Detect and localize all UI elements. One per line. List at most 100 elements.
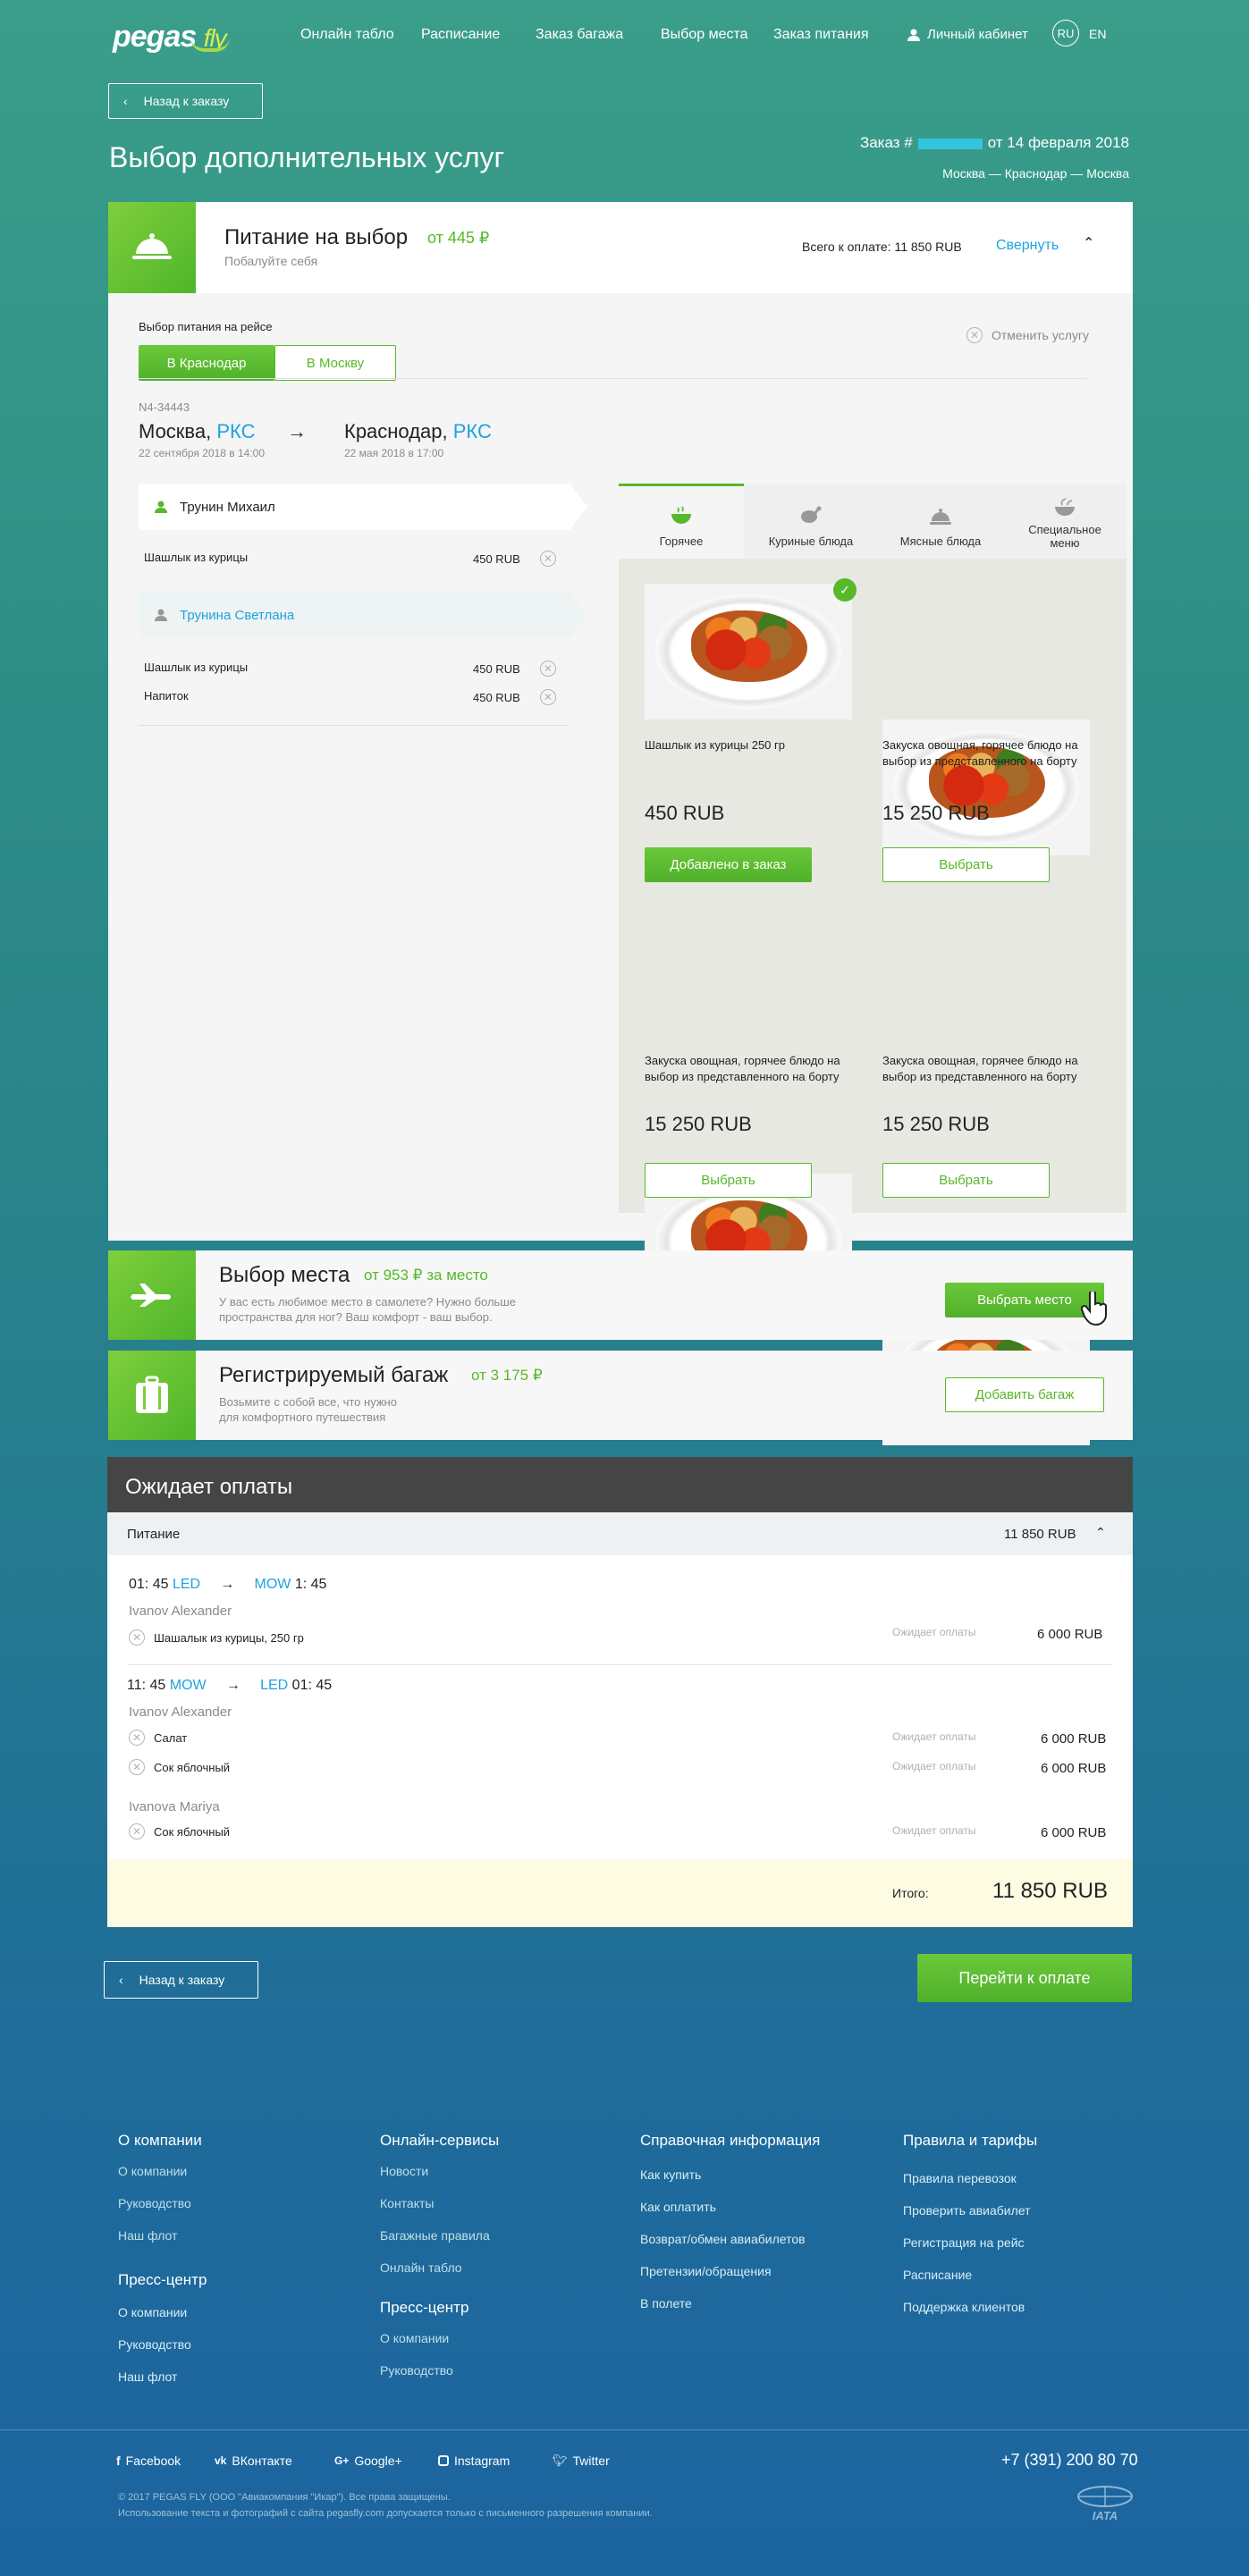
passenger-1-item-name: Шашлык из курицы [144, 551, 249, 564]
collapse-link[interactable]: Свернуть [996, 238, 1059, 254]
lang-en[interactable]: EN [1089, 27, 1106, 41]
segment-2-item-1-status: Ожидает оплаты [892, 1730, 976, 1743]
remove-item-icon[interactable]: ✕ [540, 661, 556, 677]
nav-online-board[interactable]: Онлайн табло [300, 27, 394, 43]
dish-3-select-button[interactable]: Выбрать [645, 1163, 812, 1198]
footer-link[interactable]: Наш флот [118, 2370, 177, 2384]
nav-meal[interactable]: Заказ питания [773, 27, 869, 43]
footer-link[interactable]: Регистрация на рейс [903, 2235, 1025, 2250]
segment-2-dep: 11: 45 [127, 1678, 166, 1693]
footer-col-4-heading: Правила и тарифы [903, 2132, 1038, 2149]
to-city-name: Краснодар, [344, 420, 453, 442]
footer-link[interactable]: Наш флот [118, 2228, 177, 2243]
lang-ru[interactable]: RU [1052, 20, 1079, 46]
meal-title: Питание на выбор [224, 225, 409, 249]
passenger-1-tab[interactable]: Трунин Михаил [139, 484, 587, 530]
footer-link[interactable]: О компании [380, 2331, 449, 2345]
footer-link[interactable]: Поддержка клиентов [903, 2300, 1025, 2314]
segment-2-passenger: Ivanov Alexander [129, 1705, 232, 1720]
passenger-2-tab[interactable]: Трунина Светлана [139, 592, 587, 638]
footer-link[interactable]: В полете [640, 2296, 692, 2311]
footer-phone[interactable]: +7 (391) 200 80 70 [1001, 2451, 1138, 2470]
remove-item-icon[interactable]: ✕ [129, 1823, 145, 1839]
remove-item-icon[interactable]: ✕ [129, 1730, 145, 1746]
tab-to-krasnodar[interactable]: В Краснодар [139, 345, 274, 381]
footer-link[interactable]: Как оплатить [640, 2200, 716, 2214]
footer-link[interactable]: Проверить авиабилет [903, 2203, 1030, 2218]
footer-link[interactable]: Правила перевозок [903, 2171, 1017, 2185]
dish-2-desc: Закуска овощная, горячее блюдо на выбор … [882, 738, 1078, 768]
tab-special[interactable]: Специальное меню [1003, 484, 1127, 559]
segment-1-passenger: Ivanov Alexander [129, 1604, 232, 1619]
cancel-service[interactable]: ✕ Отменить услугу [966, 327, 1089, 343]
footer-copyright-2: Использование текста и фотографий с сайт… [118, 2508, 653, 2519]
remove-item-icon[interactable]: ✕ [129, 1629, 145, 1646]
dish-4-select-button[interactable]: Выбрать [882, 1163, 1050, 1198]
facebook-icon: f [116, 2454, 121, 2468]
tab-hot[interactable]: Горячее [619, 484, 744, 559]
payment-section-header[interactable]: Питание 11 850 RUB ⌃ [107, 1512, 1133, 1555]
footer-link[interactable]: Контакты [380, 2196, 434, 2210]
suitcase-icon [136, 1376, 168, 1413]
go-to-payment-button[interactable]: Перейти к оплате [917, 1954, 1132, 2002]
footer-link[interactable]: Претензии/обращения [640, 2264, 772, 2278]
footer-col-1-heading-2: Пресс-центр [118, 2271, 207, 2288]
segment-2-item-1-price: 6 000 RUB [1041, 1731, 1107, 1747]
footer-copyright-1: © 2017 PEGAS FLY (ООО "Авиакомпания "Ика… [118, 2492, 451, 2503]
back-to-order-button-bottom[interactable]: ‹ Назад к заказу [104, 1961, 258, 1999]
remove-item-icon[interactable]: ✕ [540, 551, 556, 567]
footer-link[interactable]: Багажные правила [380, 2228, 490, 2243]
footer-link[interactable]: О компании [118, 2164, 187, 2178]
footer-link[interactable]: Руководство [118, 2337, 191, 2352]
footer-link[interactable]: Как купить [640, 2168, 701, 2182]
footer-link[interactable]: Возврат/обмен авиабилетов [640, 2232, 806, 2246]
cabinet-link[interactable]: Личный кабинет [907, 27, 1028, 42]
segment-2-item-3-status: Ожидает оплаты [892, 1824, 976, 1837]
order-route: Москва — Краснодар — Москва [942, 166, 1129, 181]
add-baggage-button[interactable]: Добавить багаж [945, 1377, 1104, 1412]
payment-title: Ожидает оплаты [107, 1457, 1133, 1512]
segment-1-item: Шашалык из курицы, 250 гр [154, 1631, 304, 1645]
dish-1-desc: Шашлык из курицы 250 гр [645, 738, 785, 752]
tab-chicken-label: Куриные блюда [768, 535, 854, 548]
social-twitter[interactable]: 🐦︎ Twitter [553, 2454, 610, 2468]
tab-chicken[interactable]: Куриные блюда [744, 484, 878, 559]
order-info: Заказ # от 14 февраля 2018 [860, 134, 1129, 152]
page-title: Выбор дополнительных услуг [109, 141, 505, 173]
remove-item-icon[interactable]: ✕ [129, 1759, 145, 1775]
payment-section-total: 11 850 RUB [1004, 1527, 1076, 1542]
order-number-redacted[interactable] [917, 138, 983, 149]
social-vk[interactable]: vk ВКонтакте [215, 2454, 292, 2468]
nav-baggage[interactable]: Заказ багажа [536, 27, 623, 43]
special-dish-icon [1055, 498, 1075, 516]
dish-1-added-button[interactable]: Добавлено в заказ [645, 847, 812, 882]
nav-seat[interactable]: Выбор места [661, 27, 748, 43]
chevron-up-icon[interactable]: ⌃ [1083, 234, 1094, 252]
tab-to-moscow[interactable]: В Москву [274, 345, 396, 381]
arrow-right-icon: → [287, 420, 307, 442]
nav-schedule[interactable]: Расписание [421, 27, 500, 43]
back-to-order-button[interactable]: ‹ Назад к заказу [108, 83, 263, 119]
chevron-left-icon: ‹ [119, 1973, 123, 1987]
footer-link[interactable]: О компании [118, 2305, 187, 2319]
footer-link[interactable]: Онлайн табло [380, 2260, 462, 2275]
social-facebook[interactable]: f Facebook [116, 2454, 181, 2468]
segment-1-arr: 1: 45 [294, 1577, 327, 1592]
dish-2-price: 15 250 RUB [882, 802, 990, 824]
footer-link[interactable]: Расписание [903, 2268, 972, 2282]
chevron-left-icon: ‹ [123, 94, 128, 108]
remove-item-icon[interactable]: ✕ [540, 689, 556, 705]
social-instagram[interactable]: Instagram [438, 2454, 510, 2468]
footer-link[interactable]: Новости [380, 2164, 428, 2178]
chevron-up-icon[interactable]: ⌃ [1095, 1525, 1106, 1540]
footer-link[interactable]: Руководство [118, 2196, 191, 2210]
social-google[interactable]: G+ Google+ [334, 2454, 402, 2468]
to-date: 22 мая 2018 в 17:00 [344, 447, 444, 459]
passenger-2-item-2-name: Напиток [144, 689, 189, 703]
dish-2-select-button[interactable]: Выбрать [882, 847, 1050, 882]
tab-meat[interactable]: Мясные блюда [878, 484, 1003, 559]
meal-body: Выбор питания на рейсе В Краснодар В Мос… [108, 293, 1133, 1445]
logo[interactable]: pegas fly [113, 20, 230, 55]
cloche-icon [132, 233, 172, 259]
footer-link[interactable]: Руководство [380, 2363, 453, 2378]
